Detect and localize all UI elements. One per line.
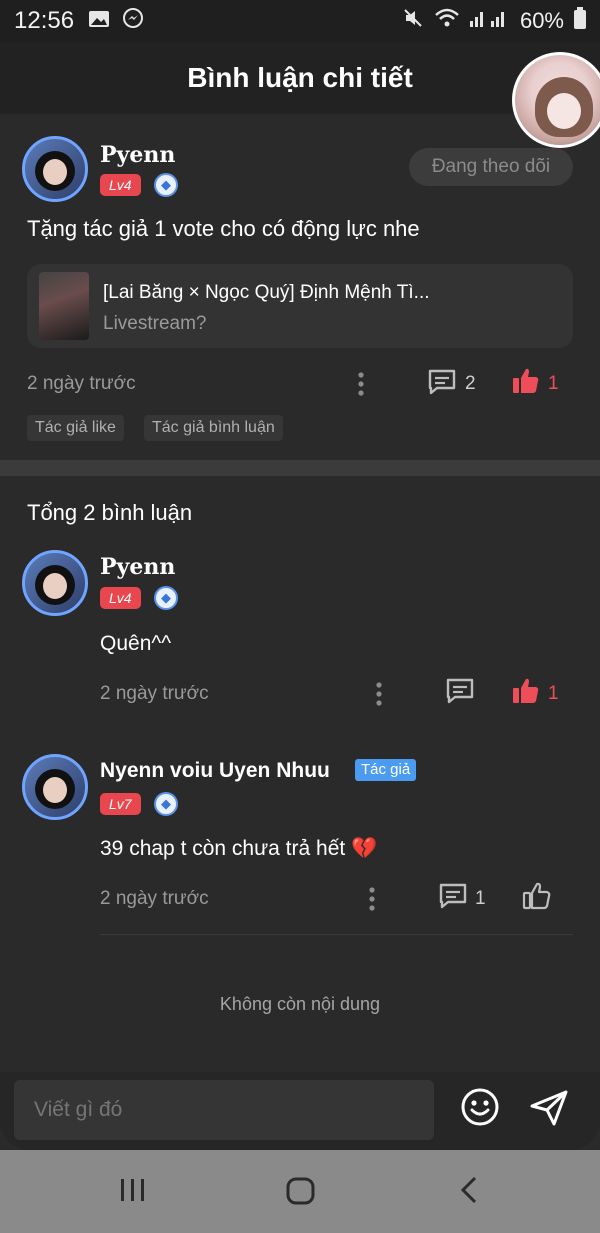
thumbs-up-icon[interactable] bbox=[522, 881, 552, 916]
following-button[interactable]: Đang theo dõi bbox=[409, 148, 573, 186]
medal-icon: ◆ bbox=[154, 586, 178, 610]
avatar[interactable] bbox=[22, 550, 88, 616]
reply-total: Tổng 2 bình luận bbox=[27, 500, 193, 525]
status-bar: 12:56 60% bbox=[0, 0, 600, 42]
header: Bình luận chi tiết bbox=[0, 42, 600, 114]
thumbs-up-icon[interactable] bbox=[511, 676, 541, 711]
reply-time: 2 ngày trước bbox=[100, 683, 209, 704]
status-time: 12:56 bbox=[14, 7, 75, 34]
messenger-icon bbox=[122, 7, 144, 36]
original-comment: Pyenn Lv4 ◆ Đang theo dõi Tặng tác giả 1… bbox=[0, 114, 600, 460]
story-title: [Lai Băng × Ngọc Quý] Định Mệnh Tì... bbox=[103, 282, 430, 303]
username[interactable]: Nyenn voiu Uyen Nhuu bbox=[100, 759, 330, 783]
end-of-list-label: Không còn nội dung bbox=[219, 994, 381, 1014]
medal-icon: ◆ bbox=[154, 173, 178, 197]
avatar[interactable] bbox=[22, 136, 88, 202]
comment-input-bar bbox=[0, 1072, 600, 1150]
level-badge: Lv4 bbox=[100, 587, 141, 609]
reply-text: Quên^^ bbox=[100, 632, 172, 655]
floating-chat-head[interactable] bbox=[512, 52, 600, 148]
battery-percent: 60% bbox=[519, 8, 564, 33]
more-vertical-icon[interactable] bbox=[372, 680, 386, 713]
comment-text: Tặng tác giả 1 vote cho có động lực nhe bbox=[27, 216, 420, 241]
avatar[interactable] bbox=[22, 754, 88, 820]
like-count: 1 bbox=[548, 373, 559, 394]
emoji-icon[interactable] bbox=[460, 1087, 500, 1132]
reply-text: 39 chap t còn chưa trả hết 💔 bbox=[100, 837, 378, 860]
mute-icon bbox=[402, 7, 424, 36]
home-icon[interactable] bbox=[285, 1175, 317, 1212]
comment-icon[interactable] bbox=[438, 882, 468, 915]
more-vertical-icon[interactable] bbox=[365, 885, 379, 918]
medal-icon: ◆ bbox=[154, 792, 178, 816]
back-icon[interactable] bbox=[455, 1175, 485, 1210]
wifi-icon bbox=[434, 7, 460, 36]
author-liked-tag: Tác giả like bbox=[27, 415, 124, 441]
more-vertical-icon[interactable] bbox=[354, 370, 368, 403]
author-commented-tag: Tác giả bình luận bbox=[144, 415, 283, 441]
battery-icon bbox=[574, 6, 586, 36]
comment-time: 2 ngày trước bbox=[27, 373, 136, 394]
main-content[interactable]: Pyenn Lv4 ◆ Đang theo dõi Tặng tác giả 1… bbox=[0, 114, 600, 1072]
comment-count: 2 bbox=[465, 373, 476, 394]
comment-input[interactable] bbox=[14, 1080, 434, 1140]
signal-icon bbox=[469, 7, 510, 35]
username[interactable]: Pyenn bbox=[100, 554, 175, 580]
story-cover-image bbox=[39, 272, 89, 340]
thumbs-up-icon[interactable] bbox=[511, 366, 541, 401]
section-divider bbox=[0, 460, 600, 476]
image-icon bbox=[88, 7, 110, 35]
comment-count: 1 bbox=[475, 888, 486, 909]
divider bbox=[100, 934, 573, 935]
author-badge: Tác giả bbox=[355, 759, 417, 781]
story-card[interactable]: [Lai Băng × Ngọc Quý] Định Mệnh Tì... Li… bbox=[27, 264, 573, 348]
username[interactable]: Pyenn bbox=[100, 142, 175, 168]
level-badge: Lv7 bbox=[100, 793, 141, 815]
system-navigation-bar bbox=[0, 1150, 600, 1233]
level-badge: Lv4 bbox=[100, 174, 141, 196]
send-icon[interactable] bbox=[528, 1088, 570, 1133]
story-chapter: Livestream? bbox=[103, 313, 207, 334]
comment-icon[interactable] bbox=[427, 368, 457, 401]
recent-apps-icon[interactable] bbox=[118, 1175, 148, 1210]
comment-icon[interactable] bbox=[445, 677, 475, 710]
page-title: Bình luận chi tiết bbox=[187, 62, 413, 93]
like-count: 1 bbox=[548, 683, 559, 704]
reply-time: 2 ngày trước bbox=[100, 888, 209, 909]
